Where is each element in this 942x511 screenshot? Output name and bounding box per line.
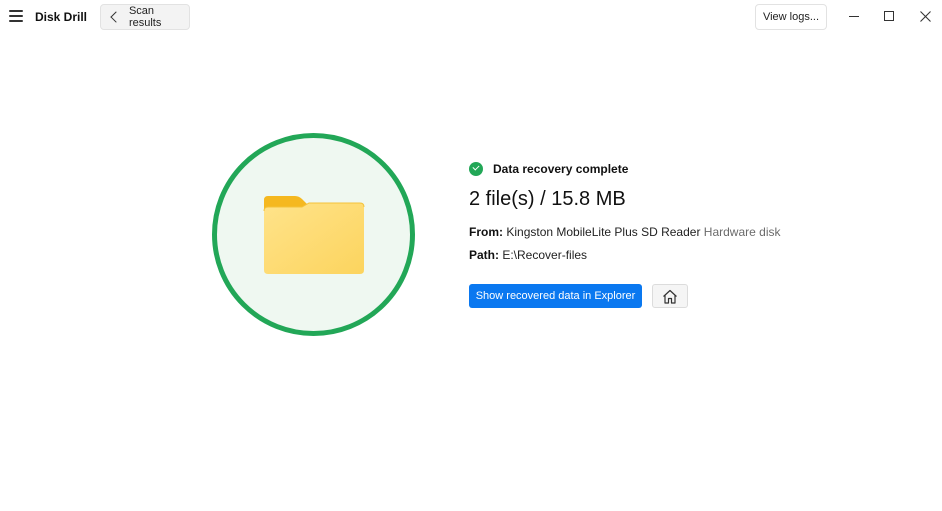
path-row: Path: E:\Recover-files — [469, 248, 587, 262]
title-bar: Disk Drill Scan results View logs... — [0, 0, 942, 34]
scan-results-button[interactable]: Scan results — [100, 4, 190, 30]
minimize-button[interactable] — [843, 6, 865, 26]
recovered-summary: 2 file(s) / 15.8 MB — [469, 188, 626, 210]
status-row: Data recovery complete — [469, 162, 628, 176]
path-value: E:\Recover-files — [502, 248, 588, 262]
source-device: Kingston MobileLite Plus SD Reader — [506, 225, 701, 239]
show-in-explorer-button[interactable]: Show recovered data in Explorer — [469, 284, 642, 308]
chevron-left-icon — [110, 11, 122, 23]
source-row: From: Kingston MobileLite Plus SD Reader… — [469, 225, 781, 239]
scan-results-label: Scan results — [128, 5, 162, 29]
source-type: Hardware disk — [703, 225, 781, 239]
status-text: Data recovery complete — [493, 162, 629, 176]
close-icon — [919, 10, 931, 22]
home-button[interactable] — [652, 284, 688, 308]
hamburger-menu-icon[interactable] — [9, 10, 23, 22]
check-circle-icon — [469, 162, 483, 176]
app-title: Disk Drill — [35, 10, 88, 24]
from-label: From: — [469, 225, 503, 239]
view-logs-button[interactable]: View logs... — [755, 4, 827, 30]
maximize-icon — [884, 11, 894, 21]
close-button[interactable] — [914, 6, 936, 26]
path-label: Path: — [469, 248, 499, 262]
home-icon — [663, 289, 677, 304]
folder-icon — [263, 196, 365, 274]
maximize-button[interactable] — [878, 6, 900, 26]
minimize-icon — [849, 15, 859, 17]
